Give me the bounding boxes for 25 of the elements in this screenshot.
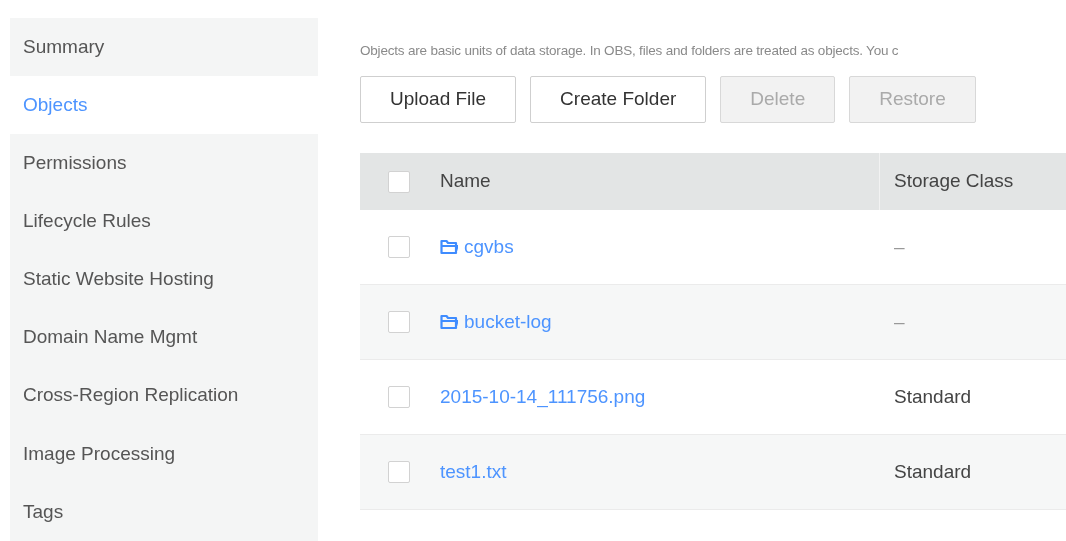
sidebar-item[interactable]: Permissions <box>10 134 318 193</box>
checkbox[interactable] <box>388 236 410 258</box>
checkbox[interactable] <box>388 170 410 193</box>
table-cell-text: – <box>893 234 905 259</box>
description: Objects are basic units of data storage. In OBS, files and folders are treated as objects. You c <box>360 42 900 60</box>
sidebar-item[interactable]: Tags <box>10 482 318 541</box>
table-row[interactable]: test1.txt Standard <box>360 435 1066 510</box>
table-cell-text: – <box>893 309 905 334</box>
column-header: Storage Class <box>893 169 1014 194</box>
checkbox[interactable] <box>388 386 410 408</box>
sidebar-item[interactable]: Static Website Hosting <box>10 250 318 309</box>
sidebar-item[interactable]: Lifecycle Rules <box>10 192 318 251</box>
checkbox[interactable] <box>388 461 410 483</box>
table-cell-text: Standard <box>893 384 972 409</box>
toolbar-button[interactable]: Create Folder <box>530 76 707 123</box>
toolbar-button[interactable]: Upload File <box>360 76 517 123</box>
sidebar-item[interactable]: Summary <box>10 18 318 77</box>
sidebar-item[interactable]: Domain Name Mgmt <box>10 308 318 367</box>
sidebar-item[interactable]: Cross-Region Replication <box>10 366 318 425</box>
table-cell-text: Standard <box>893 459 972 484</box>
folder-icon <box>440 239 458 255</box>
sidebar-item[interactable]: Image Processing <box>10 424 318 483</box>
column-header: Name <box>440 169 491 194</box>
folder-icon <box>440 314 458 330</box>
checkbox[interactable] <box>388 311 410 333</box>
